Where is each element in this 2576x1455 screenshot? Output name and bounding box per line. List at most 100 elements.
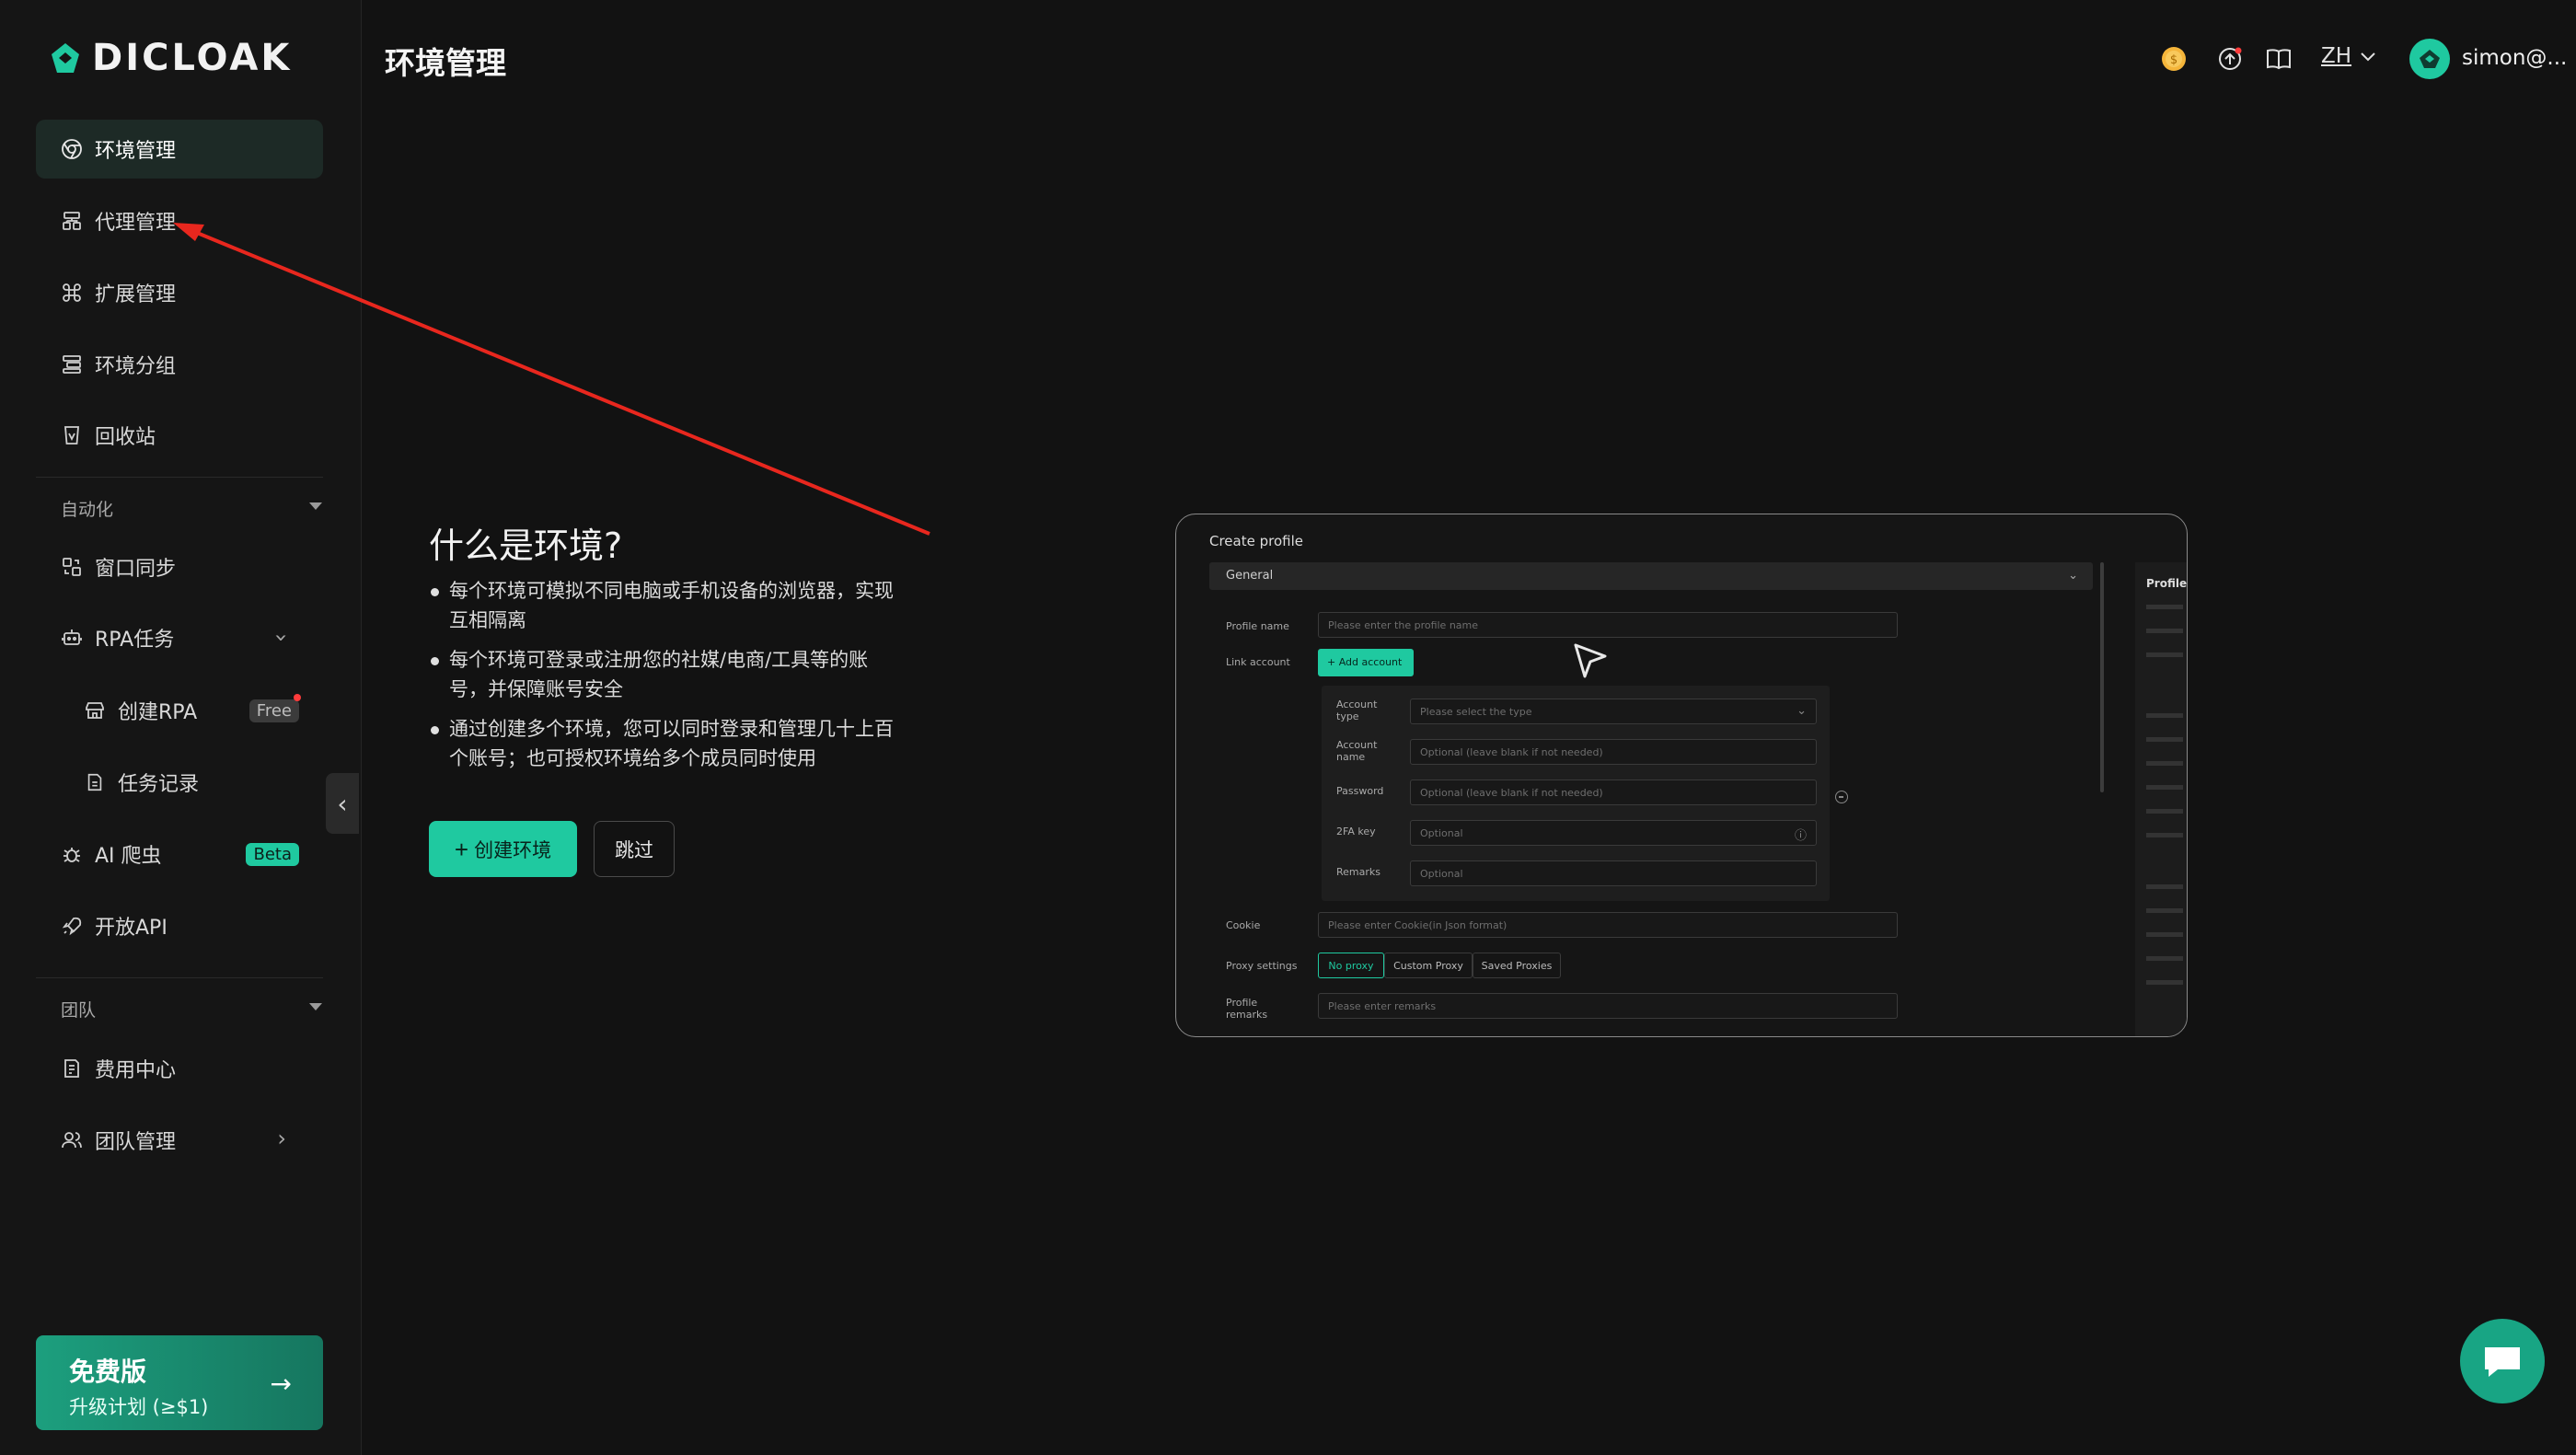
intro-bullet: 每个环境可登录或注册您的社媒/电商/工具等的账号，并保障账号安全	[429, 645, 898, 704]
preview-proxy-tab: No proxy	[1318, 953, 1384, 978]
preview-select: Please select the type ⌄	[1410, 699, 1817, 724]
preview-side-line	[2146, 652, 2183, 657]
users-icon	[60, 1128, 84, 1152]
preview-side-line	[2146, 980, 2183, 985]
preview-account-subform: Account type Please select the type ⌄ Ac…	[1322, 686, 1830, 901]
trash-icon	[60, 423, 84, 447]
divider	[36, 977, 323, 978]
group-icon	[60, 352, 84, 376]
coin-icon[interactable]: $	[2157, 42, 2190, 75]
create-profile-preview: Create profile General ⌄ Profile name Pl…	[1175, 514, 2188, 1037]
preview-input: Optional	[1410, 860, 1817, 886]
sidebar-item-label: 费用中心	[95, 1059, 177, 1082]
preview-side-line	[2146, 785, 2183, 790]
preview-side-line	[2146, 833, 2183, 837]
preview-proxy-tab: Saved Proxies	[1473, 953, 1561, 978]
preview-label: Link account	[1226, 656, 1290, 668]
preview-label: Password	[1336, 785, 1384, 797]
sidebar-item-label: RPA任务	[95, 629, 175, 652]
sidebar-item-label: 代理管理	[95, 212, 177, 235]
sidebar-item-groups[interactable]: 环境分组	[36, 335, 323, 394]
section-team[interactable]: 团队	[61, 997, 96, 1022]
intro-bullet: 通过创建多个环境，您可以同时登录和管理几十上百个账号；也可授权环境给多个成员同时…	[429, 714, 898, 773]
sidebar-item-team-management[interactable]: 团队管理 ›	[36, 1111, 323, 1170]
document-icon	[83, 770, 107, 794]
sidebar-item-label: 创建RPA	[118, 701, 198, 724]
caret-down-icon[interactable]	[309, 1003, 322, 1010]
sidebar-item-label: 窗口同步	[95, 558, 177, 581]
rocket-icon	[60, 914, 84, 938]
preview-side-line	[2146, 605, 2183, 609]
language-selector[interactable]: ZH	[2321, 44, 2351, 68]
preview-profile-panel: Profile	[2135, 562, 2187, 1036]
chat-icon	[2485, 1347, 2520, 1377]
intro-title: 什么是环境?	[429, 525, 623, 566]
preview-input: Optional (leave blank if not needed)	[1410, 739, 1817, 765]
preview-side-line	[2146, 932, 2183, 937]
sidebar-item-rpa-tasks[interactable]: RPA任务 ›	[36, 608, 323, 667]
create-environment-button[interactable]: + 创建环境	[429, 821, 577, 877]
dicloak-logo-icon	[52, 43, 79, 73]
billing-icon	[60, 1057, 84, 1080]
sidebar-item-trash[interactable]: 回收站	[36, 406, 323, 465]
sidebar-item-ai-crawler[interactable]: AI 爬虫 Beta	[36, 825, 323, 883]
sidebar-item-label: 回收站	[95, 426, 156, 449]
preview-label: Proxy settings	[1226, 960, 1298, 972]
preview-label: 2FA key	[1336, 826, 1376, 837]
preview-side-line	[2146, 884, 2183, 889]
info-icon: ⓘ	[1794, 829, 1807, 843]
arrow-right-icon: →	[270, 1368, 292, 1399]
sidebar-item-environments[interactable]: 环境管理	[36, 120, 323, 179]
robot-icon	[60, 626, 84, 650]
chevron-down-icon: ›	[269, 633, 295, 642]
logo[interactable]: DICLOAK	[50, 37, 292, 79]
create-environment-label: 创建环境	[474, 839, 552, 861]
preview-label: Remarks	[1336, 866, 1380, 878]
sidebar-item-window-sync[interactable]: 窗口同步	[36, 537, 323, 596]
preview-tab-label: No proxy	[1328, 960, 1374, 972]
preview-label: Cookie	[1226, 919, 1261, 931]
sidebar-item-label: 扩展管理	[95, 283, 177, 306]
chat-support-button[interactable]	[2460, 1319, 2545, 1403]
sidebar-item-billing[interactable]: 费用中心	[36, 1039, 323, 1098]
sidebar-item-task-records[interactable]: 任务记录	[59, 753, 323, 812]
preview-label: Profile name	[1226, 620, 1289, 632]
preview-input: Optional (leave blank if not needed)	[1410, 779, 1817, 805]
chevron-down-icon[interactable]	[2358, 46, 2378, 70]
upgrade-plan-card[interactable]: 免费版 升级计划 (≥$1) →	[36, 1335, 323, 1430]
chevron-down-icon: ⌄	[1796, 704, 1807, 718]
section-automation[interactable]: 自动化	[61, 496, 113, 521]
sidebar-item-proxies[interactable]: 代理管理	[36, 191, 323, 250]
beta-badge: Beta	[246, 842, 299, 866]
chevron-down-icon: ⌄	[2068, 569, 2078, 583]
sidebar-item-label: 开放API	[95, 917, 167, 940]
preview-tab-label: Saved Proxies	[1481, 960, 1553, 972]
preview-side-line	[2146, 809, 2183, 814]
preview-placeholder: Optional	[1420, 868, 1463, 880]
sidebar-item-create-rpa[interactable]: 创建RPA Free	[59, 681, 323, 740]
skip-button[interactable]: 跳过	[594, 821, 675, 877]
sidebar-item-extensions[interactable]: 扩展管理	[36, 263, 323, 322]
preview-input: Please enter remarks	[1318, 993, 1898, 1019]
notification-dot	[294, 694, 301, 701]
preview-label: Account type	[1336, 699, 1378, 722]
preview-label: Account name	[1336, 739, 1378, 763]
collapse-sidebar-button[interactable]: ‹	[326, 773, 359, 834]
page-title: 环境管理	[385, 45, 506, 81]
preview-input: Optional ⓘ	[1410, 820, 1817, 846]
upload-icon[interactable]	[2213, 42, 2247, 75]
caret-down-icon[interactable]	[309, 502, 322, 510]
username[interactable]: simon@...	[2462, 46, 2567, 70]
avatar[interactable]	[2409, 39, 2450, 79]
preview-tab-label: Custom Proxy	[1393, 960, 1463, 972]
sidebar-item-open-api[interactable]: 开放API	[36, 896, 323, 955]
brand-name: DICLOAK	[92, 37, 293, 79]
book-icon[interactable]	[2262, 42, 2295, 75]
preview-placeholder: Optional (leave blank if not needed)	[1420, 787, 1603, 799]
preview-section-label: General	[1226, 569, 1274, 583]
preview-general-section: General ⌄	[1209, 562, 2093, 590]
preview-add-account-label: + Add account	[1327, 656, 1403, 668]
chrome-icon	[60, 137, 84, 161]
plan-title: 免费版	[69, 1357, 147, 1387]
sidebar-item-label: 环境管理	[95, 140, 177, 163]
